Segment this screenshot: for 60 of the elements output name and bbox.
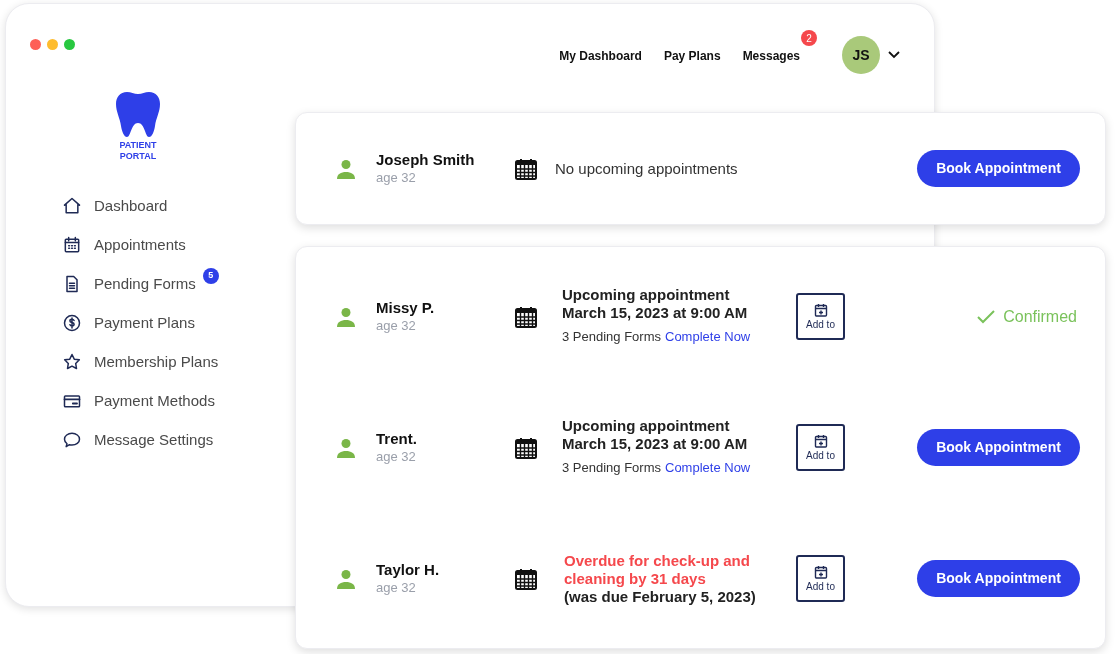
patient-name: Taylor H. [376,561,441,579]
top-nav-link[interactable]: My Dashboard [559,49,642,63]
sidebar-item[interactable]: Membership Plans [94,350,219,374]
sidebar-item[interactable]: Appointments [94,233,186,257]
appointment-title: Upcoming appointment [562,417,731,436]
appointment-title: Upcoming appointment [562,286,731,305]
user-avatar[interactable]: JS [842,36,880,74]
confirmed-status: Confirmed [1003,306,1077,327]
calendar-plus-icon [813,303,828,317]
sidebar-item[interactable]: Dashboard [94,194,168,218]
calendar-icon [515,305,537,328]
calendar-plus-icon [813,434,828,448]
count-badge: 5 [202,268,219,284]
person-icon [336,306,356,327]
sidebar-item[interactable]: Pending Forms [94,272,196,296]
book-appointment-button[interactable]: Book Appointment [917,150,1080,187]
person-icon [336,437,356,458]
tooth-logo-icon [116,92,160,137]
add-to-calendar-button[interactable]: Add to [796,424,845,471]
notification-badge: 2 [801,30,817,46]
sidebar-item[interactable]: Payment Plans [94,311,195,335]
patient-name: Trent. [376,430,418,448]
star-icon [62,352,82,372]
patient-age: age 32 [376,317,417,334]
sidebar-item[interactable]: Message Settings [94,428,214,452]
add-to-calendar-button[interactable]: Add to [796,555,845,602]
calendar-icon [515,436,537,459]
appointment-datetime: March 15, 2023 at 9:00 AM [562,304,749,323]
logo-text: PORTAL [119,151,157,162]
chat-bubble-icon [62,430,82,450]
logo-text: PATIENT [119,140,157,151]
book-appointment-button[interactable]: Book Appointment [917,560,1080,597]
book-appointment-button[interactable]: Book Appointment [917,429,1080,466]
patient-age: age 32 [376,448,417,465]
calendar-plus-icon [813,565,828,579]
pending-forms-count: 3 Pending Forms [562,328,661,347]
complete-now-link[interactable]: Complete Now [665,458,751,478]
patient-age: age 32 [376,169,417,186]
top-nav-link[interactable]: Messages [742,49,800,63]
calendar-icon [62,235,82,255]
overdue-message: Overdue for check-up and cleaning by 31 days [564,551,751,588]
checkmark-icon [977,309,996,324]
appointment-datetime: March 15, 2023 at 9:00 AM [562,435,749,454]
appointment-status: No upcoming appointments [555,159,738,177]
top-nav-link[interactable]: Pay Plans [663,49,721,63]
chevron-down-icon[interactable] [888,51,900,59]
pending-forms-count: 3 Pending Forms [562,459,661,478]
patient-name: Missy P. [376,299,436,317]
home-icon [62,196,82,216]
add-to-calendar-button[interactable]: Add to [796,293,845,340]
calendar-icon [515,567,537,590]
patient-name: Joseph Smith [376,151,476,169]
complete-now-link[interactable]: Complete Now [665,327,751,347]
dollar-icon [62,313,82,333]
person-icon [336,158,356,179]
due-date-note: (was due February 5, 2023) [564,587,757,606]
person-icon [336,568,356,589]
patient-age: age 32 [376,579,417,596]
sidebar-item[interactable]: Payment Methods [94,389,215,413]
calendar-icon [515,157,537,180]
